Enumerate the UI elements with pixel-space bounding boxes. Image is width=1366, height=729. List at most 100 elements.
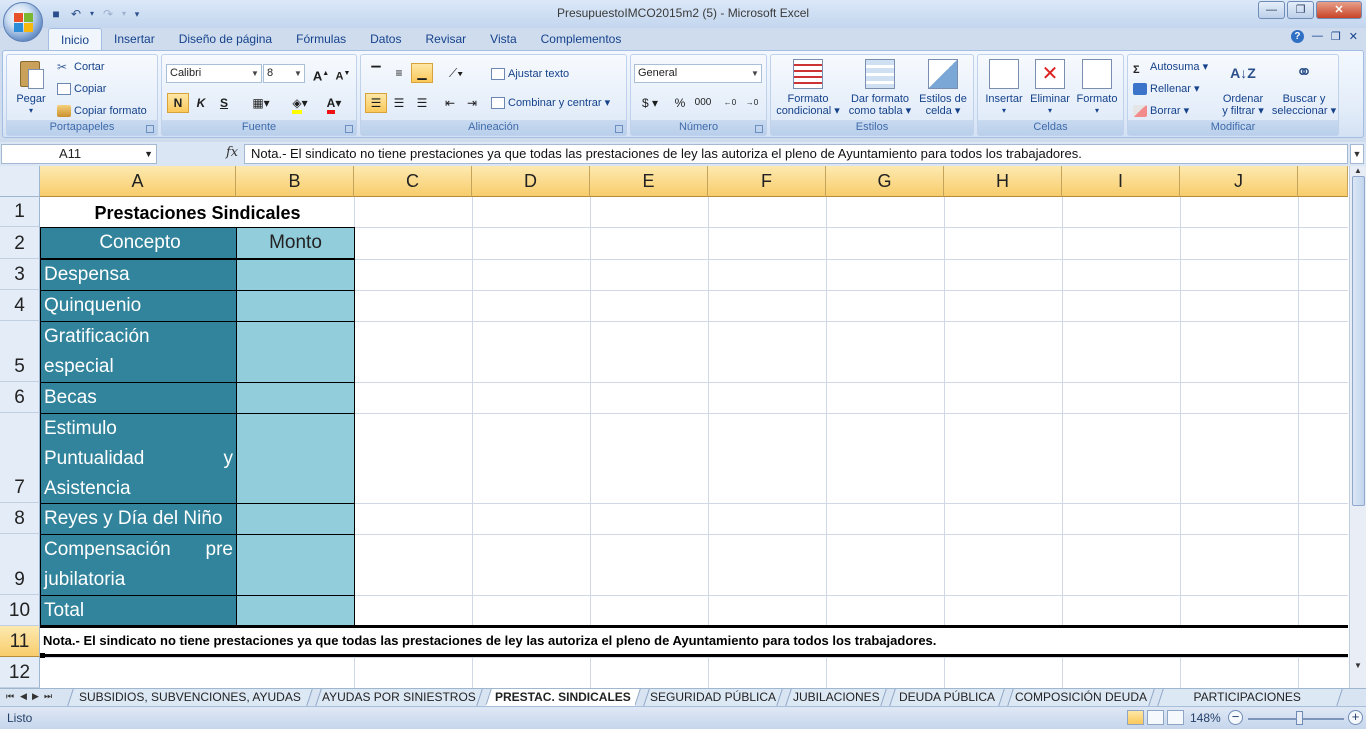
- amount-cell[interactable]: [236, 259, 355, 291]
- dialog-launcher-icon[interactable]: [615, 125, 623, 133]
- column-header-partial[interactable]: [1298, 166, 1348, 197]
- align-top-icon[interactable]: ▔: [365, 63, 387, 83]
- name-box[interactable]: A11 ▼: [1, 144, 157, 164]
- column-header-j[interactable]: J: [1180, 166, 1298, 197]
- autosum-button[interactable]: Σ Autosuma ▾: [1133, 58, 1208, 76]
- format-cells-button[interactable]: Formato ▾: [1074, 59, 1120, 117]
- amount-cell[interactable]: [236, 290, 355, 322]
- sheet-tab[interactable]: PARTICIPACIONES FEDERALES: [1157, 689, 1343, 721]
- decrease-indent-icon[interactable]: ⇤: [439, 93, 461, 113]
- dialog-launcher-icon[interactable]: [755, 125, 763, 133]
- insert-cells-button[interactable]: Insertar ▾: [980, 59, 1028, 117]
- fill-button[interactable]: Rellenar ▾: [1133, 80, 1200, 98]
- last-sheet-icon[interactable]: ⏭: [44, 691, 52, 702]
- concept-cell[interactable]: Becas: [40, 382, 237, 414]
- vertical-scrollbar[interactable]: ▲ ▼: [1349, 166, 1366, 688]
- zoom-slider-knob[interactable]: [1296, 711, 1303, 725]
- column-header-i[interactable]: I: [1062, 166, 1180, 197]
- amount-cell[interactable]: [236, 321, 355, 383]
- align-bottom-icon[interactable]: ▁: [411, 63, 433, 83]
- sheet-tab[interactable]: PRESTAC. SINDICALES: [485, 689, 641, 706]
- customize-qat-icon[interactable]: ▾: [132, 6, 142, 22]
- zoom-in-icon[interactable]: +: [1348, 710, 1363, 725]
- tab-diseno-pagina[interactable]: Diseño de página: [167, 28, 284, 50]
- number-format-select[interactable]: General ▼: [634, 64, 762, 83]
- row-header-4[interactable]: 4: [0, 290, 40, 321]
- prev-sheet-icon[interactable]: ◀: [20, 691, 27, 702]
- border-icon[interactable]: ▦▾: [247, 93, 275, 113]
- concept-cell[interactable]: Estimulo Puntualidad y Asistencia: [40, 413, 237, 504]
- amount-cell[interactable]: [236, 413, 355, 504]
- column-header-g[interactable]: G: [826, 166, 944, 197]
- concept-cell[interactable]: Quinquenio: [40, 290, 237, 322]
- zoom-level[interactable]: 148%: [1190, 711, 1221, 725]
- row-header-6[interactable]: 6: [0, 382, 40, 413]
- row-header-7[interactable]: 7: [0, 413, 40, 503]
- page-layout-view-icon[interactable]: [1147, 710, 1164, 725]
- percent-button[interactable]: %: [669, 93, 691, 113]
- decrease-decimal-icon[interactable]: →0: [741, 93, 763, 113]
- sheet-tab[interactable]: AYUDAS POR SINIESTROS: [315, 689, 483, 706]
- thousands-button[interactable]: 000: [691, 93, 715, 113]
- format-as-table-button[interactable]: Dar formato como tabla ▾: [845, 59, 915, 117]
- concept-cell[interactable]: Total: [40, 595, 237, 627]
- worksheet-grid[interactable]: ABCDEFGHIJ 1 2 3 4 5 6 7 8 9 10 11 12 Prestaciones …: [0, 166, 1366, 688]
- select-all-corner[interactable]: [0, 166, 40, 197]
- first-sheet-icon[interactable]: ⏮: [6, 691, 14, 702]
- align-right-icon[interactable]: ☰: [411, 93, 433, 113]
- sheet-tab[interactable]: COMPOSICIÓN DEUDA: [1007, 689, 1155, 706]
- row-header-1[interactable]: 1: [0, 197, 40, 227]
- row-header-5[interactable]: 5: [0, 321, 40, 382]
- cell-styles-button[interactable]: Estilos de celda ▾: [915, 59, 971, 117]
- concept-cell[interactable]: Reyes y Día del Niño: [40, 503, 237, 535]
- office-button[interactable]: [3, 2, 43, 42]
- restore-button[interactable]: ❐: [1287, 1, 1314, 19]
- fill-handle[interactable]: [40, 653, 45, 658]
- sort-filter-button[interactable]: A↓Z Ordenar y filtrar ▾: [1216, 59, 1270, 117]
- insert-function-icon[interactable]: fx: [226, 145, 238, 160]
- column-header-h[interactable]: H: [944, 166, 1062, 197]
- row-header-11[interactable]: 11: [0, 626, 40, 657]
- align-middle-icon[interactable]: ≡: [388, 63, 410, 83]
- column-header-f[interactable]: F: [708, 166, 826, 197]
- redo-icon[interactable]: ↷: [100, 6, 116, 22]
- copy-button[interactable]: Copiar: [57, 80, 106, 98]
- align-center-icon[interactable]: ☰: [388, 93, 410, 113]
- row-header-12[interactable]: 12: [0, 657, 40, 688]
- amount-cell[interactable]: [236, 382, 355, 414]
- normal-view-icon[interactable]: [1127, 710, 1144, 725]
- row-header-10[interactable]: 10: [0, 595, 40, 626]
- cut-button[interactable]: ✂ Cortar: [57, 58, 105, 76]
- scroll-up-icon[interactable]: ▲: [1354, 166, 1362, 175]
- undo-dropdown-icon[interactable]: ▾: [88, 6, 96, 22]
- amount-cell[interactable]: [236, 534, 355, 596]
- column-header-c[interactable]: C: [354, 166, 472, 197]
- redo-dropdown-icon[interactable]: ▾: [120, 6, 128, 22]
- help-icon[interactable]: ?: [1290, 30, 1304, 43]
- scroll-thumb[interactable]: [1352, 176, 1365, 506]
- dialog-launcher-icon[interactable]: [146, 125, 154, 133]
- find-select-button[interactable]: ⚭ Buscar y seleccionar ▾: [1270, 59, 1338, 117]
- tab-revisar[interactable]: Revisar: [413, 28, 478, 50]
- grow-font-icon[interactable]: A▲: [310, 64, 332, 84]
- currency-button[interactable]: $ ▾: [635, 93, 665, 113]
- clear-button[interactable]: Borrar ▾: [1133, 102, 1189, 120]
- concept-cell[interactable]: Gratificación especial: [40, 321, 237, 383]
- cell-title[interactable]: Prestaciones Sindicales: [41, 198, 354, 228]
- column-header-d[interactable]: D: [472, 166, 590, 197]
- orientation-icon[interactable]: ⟋▾: [441, 63, 471, 83]
- dialog-launcher-icon[interactable]: [345, 125, 353, 133]
- header-amount[interactable]: Monto: [236, 227, 355, 259]
- row-header-9[interactable]: 9: [0, 534, 40, 595]
- close-button[interactable]: ✕: [1316, 1, 1362, 19]
- amount-cell[interactable]: [236, 503, 355, 535]
- header-concept[interactable]: Concepto: [40, 227, 237, 259]
- formula-input[interactable]: Nota.- El sindicato no tiene prestacione…: [244, 144, 1348, 164]
- sheet-tab[interactable]: JUBILACIONES: [785, 689, 887, 706]
- tab-formulas[interactable]: Fórmulas: [284, 28, 358, 50]
- tab-complementos[interactable]: Complementos: [529, 28, 634, 50]
- concept-cell[interactable]: Compensación pre jubilatoria: [40, 534, 237, 596]
- workbook-close-icon[interactable]: ✕: [1349, 30, 1358, 43]
- workbook-minimize-icon[interactable]: —: [1312, 30, 1323, 43]
- underline-button[interactable]: S: [213, 93, 235, 113]
